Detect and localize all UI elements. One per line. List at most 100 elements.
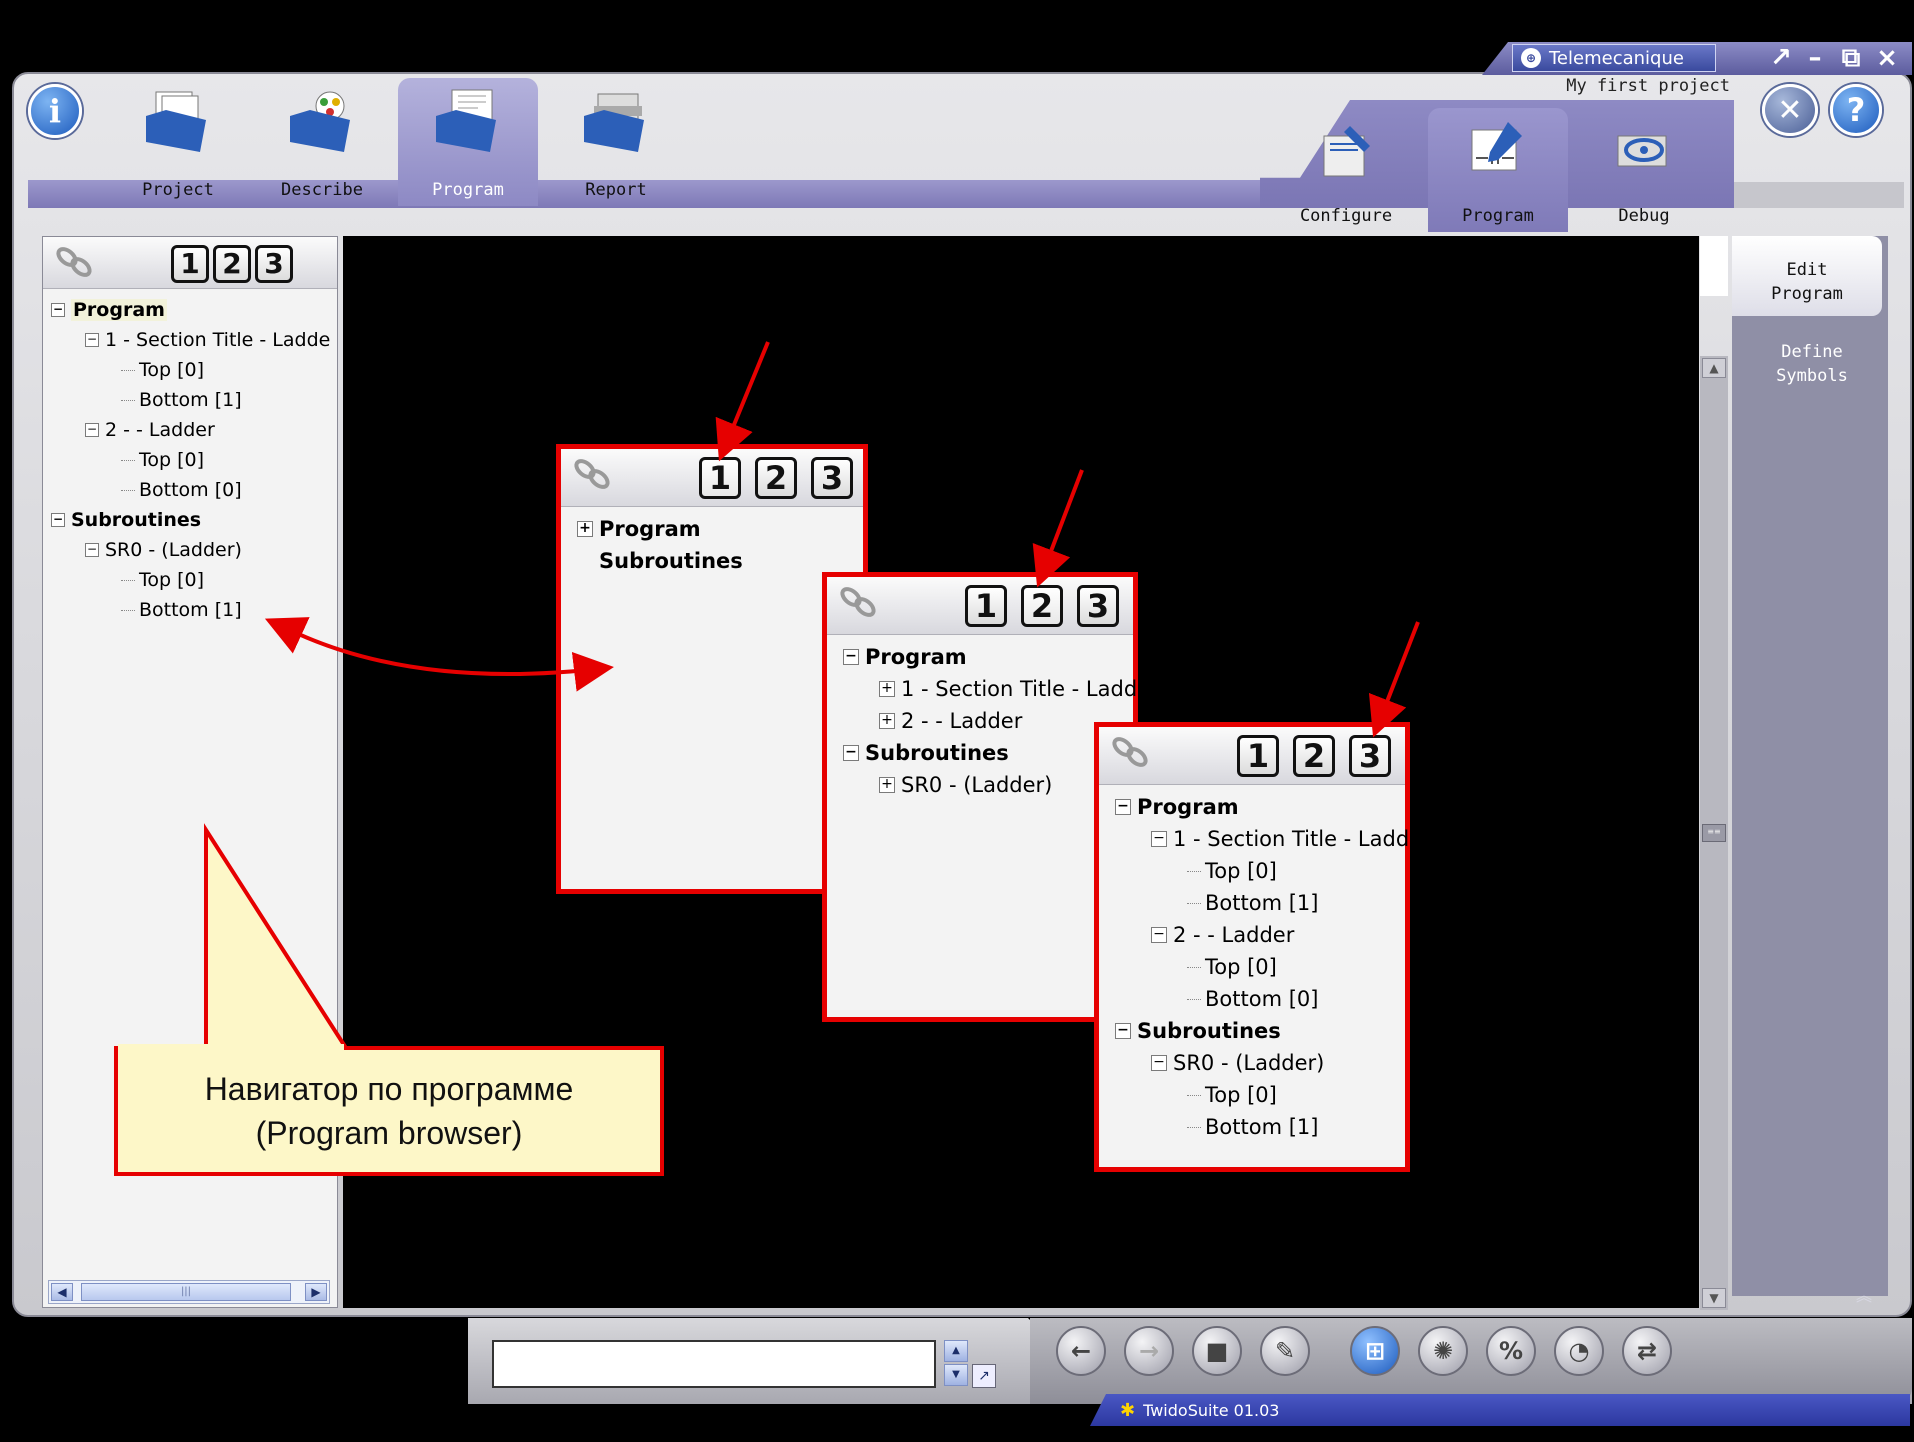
tree-label: SR0 - (Ladder) [901, 773, 1053, 797]
scroll-up-icon[interactable]: ▲ [1702, 358, 1726, 378]
tree-label: Subroutines [599, 549, 743, 573]
tree-label: 1 - Section Title - Ladde [105, 329, 331, 351]
tree-label: Bottom [1] [139, 599, 242, 621]
collapse-panel-icon[interactable]: ︽ [1856, 1282, 1872, 1306]
save-as-button[interactable]: ✎ [1260, 1326, 1310, 1376]
overlay1-tree: + Program Subroutines [569, 513, 863, 577]
binary-button[interactable]: ⇄ [1622, 1326, 1672, 1376]
define-symbols-line2: Symbols [1776, 366, 1848, 386]
collapse-icon[interactable]: − [51, 303, 65, 317]
tab-program-label: Program [432, 180, 504, 200]
level-1-button[interactable]: 1 [171, 245, 209, 283]
tab-program-sub[interactable]: Program [1428, 108, 1568, 232]
percent-icon: % [1498, 1337, 1524, 1365]
save-button[interactable]: ■ [1192, 1326, 1242, 1376]
tree-node-program: + Program [569, 513, 863, 545]
tree-node-section2-top[interactable]: Top [0] [51, 445, 337, 475]
level-2-button: 2 [1021, 585, 1063, 627]
project-name: My first project [1566, 76, 1730, 96]
scroll-down-icon[interactable]: ▼ [1702, 1288, 1726, 1308]
ladder-view-button[interactable]: ⊞ [1350, 1326, 1400, 1376]
level-3-button[interactable]: 3 [255, 245, 293, 283]
message-spinner[interactable]: ▲ ▼ [944, 1340, 968, 1386]
callout-tail-join [118, 1044, 344, 1052]
collapse-icon[interactable]: − [85, 333, 99, 347]
tree-node-section2-bottom[interactable]: Bottom [0] [51, 475, 337, 505]
exit-button[interactable]: ✕ [1762, 84, 1818, 136]
close-button[interactable]: × [1872, 44, 1902, 72]
link-icon[interactable] [53, 245, 95, 279]
tab-configure[interactable]: Configure [1276, 108, 1416, 232]
percent-button[interactable]: % [1486, 1326, 1536, 1376]
save-disk-icon: ■ [1205, 1337, 1229, 1365]
tree-node-section1-top: Top [0] [1107, 855, 1405, 887]
cross-reference-button[interactable]: ✺ [1418, 1326, 1468, 1376]
tree-node-section1: −1 - Section Title - Ladde [1107, 823, 1422, 855]
tree-node-subroutines: − Subroutines [1107, 1015, 1405, 1047]
expand-message-icon[interactable]: ↗ [972, 1364, 996, 1388]
tab-program[interactable]: Program [398, 78, 538, 206]
tree-label: Top [0] [1205, 1083, 1277, 1107]
define-symbols-line1: Define [1781, 342, 1843, 362]
binary-icon: ⇄ [1636, 1337, 1658, 1365]
tree-label: Bottom [1] [1205, 891, 1319, 915]
scroll-grip-icon[interactable]: ≡≡ [1702, 824, 1726, 842]
restore-arrow-button[interactable]: ↗ [1766, 44, 1796, 72]
scroll-left-icon[interactable]: ◀ [51, 1283, 73, 1301]
collapse-icon[interactable]: − [85, 543, 99, 557]
tree-node-section1-bottom[interactable]: Bottom [1] [51, 385, 337, 415]
forward-button[interactable]: → [1124, 1326, 1174, 1376]
level-2-button: 2 [1293, 735, 1335, 777]
link-icon [840, 587, 876, 617]
back-button[interactable]: ← [1056, 1326, 1106, 1376]
collapse-icon[interactable]: − [85, 423, 99, 437]
tab-debug[interactable]: Debug [1574, 108, 1714, 232]
tab-describe-label: Describe [281, 180, 363, 200]
level-2-button[interactable]: 2 [213, 245, 251, 283]
overlay-browser-level2: 1 2 3 − Program +1 - Section Title - Ladd… [822, 572, 1150, 1022]
maximize-button[interactable]: ⧉ [1836, 44, 1866, 72]
tree-label: Bottom [0] [1205, 987, 1319, 1011]
tree-node-section2: +2 - - Ladder [835, 705, 1133, 737]
tab-report[interactable]: Report [546, 78, 686, 206]
define-symbols-button[interactable]: Define Symbols [1742, 340, 1882, 388]
spin-down-icon[interactable]: ▼ [944, 1364, 968, 1386]
tree-node-section1-bottom: Bottom [1] [1107, 887, 1405, 919]
tree-node-program: − Program [835, 641, 1133, 673]
tab-describe[interactable]: Describe [252, 78, 392, 206]
help-button[interactable]: ? [1830, 84, 1882, 136]
tree-node-program[interactable]: − Program [51, 295, 337, 325]
scroll-thumb[interactable]: ||| [81, 1283, 291, 1301]
editor-vertical-scrollbar[interactable]: ▲ ≡≡ ▼ [1700, 356, 1728, 1310]
tree-node-section1-top[interactable]: Top [0] [51, 355, 337, 385]
tree-node-section2[interactable]: −2 - - Ladder [51, 415, 337, 445]
ladder-icon: ⊞ [1364, 1337, 1386, 1365]
collapse-icon[interactable]: − [51, 513, 65, 527]
tree-node-sr0-bottom[interactable]: Bottom [1] [51, 595, 337, 625]
info-button[interactable]: i [28, 84, 82, 138]
tab-project[interactable]: Project [108, 78, 248, 206]
tree-node-sr0[interactable]: − SR0 - (Ladder) [51, 535, 337, 565]
level-1-button: 1 [1237, 735, 1279, 777]
tree-node-subroutines[interactable]: − Subroutines [51, 505, 337, 535]
scroll-right-icon[interactable]: ▶ [305, 1283, 327, 1301]
browser-toolbar: 1 2 3 [43, 237, 337, 289]
tree-label: Program [599, 517, 701, 541]
program-edit-icon [1471, 122, 1522, 171]
spin-up-icon[interactable]: ▲ [944, 1340, 968, 1362]
animation-button[interactable]: ◔ [1554, 1326, 1604, 1376]
edit-program-button[interactable]: Edit Program [1732, 236, 1882, 316]
tree-label: Top [0] [139, 359, 205, 381]
exit-icon: ✕ [1777, 92, 1803, 128]
message-field[interactable] [492, 1340, 936, 1388]
tree-node-section1[interactable]: −1 - Section Title - Ladde [51, 325, 337, 355]
collapse-icon: − [843, 745, 859, 761]
edit-program-line1: Edit [1786, 260, 1828, 280]
tree-node-sr0-top[interactable]: Top [0] [51, 565, 337, 595]
tree-label: 1 - Section Title - Ladde [901, 677, 1151, 701]
gauge-icon: ◔ [1568, 1337, 1590, 1365]
level-3-button: 3 [1349, 735, 1391, 777]
minimize-button[interactable]: – [1800, 44, 1830, 72]
tree-label: 2 - - Ladder [901, 709, 1023, 733]
browser-horizontal-scrollbar[interactable]: ◀ ||| ▶ [48, 1280, 330, 1304]
